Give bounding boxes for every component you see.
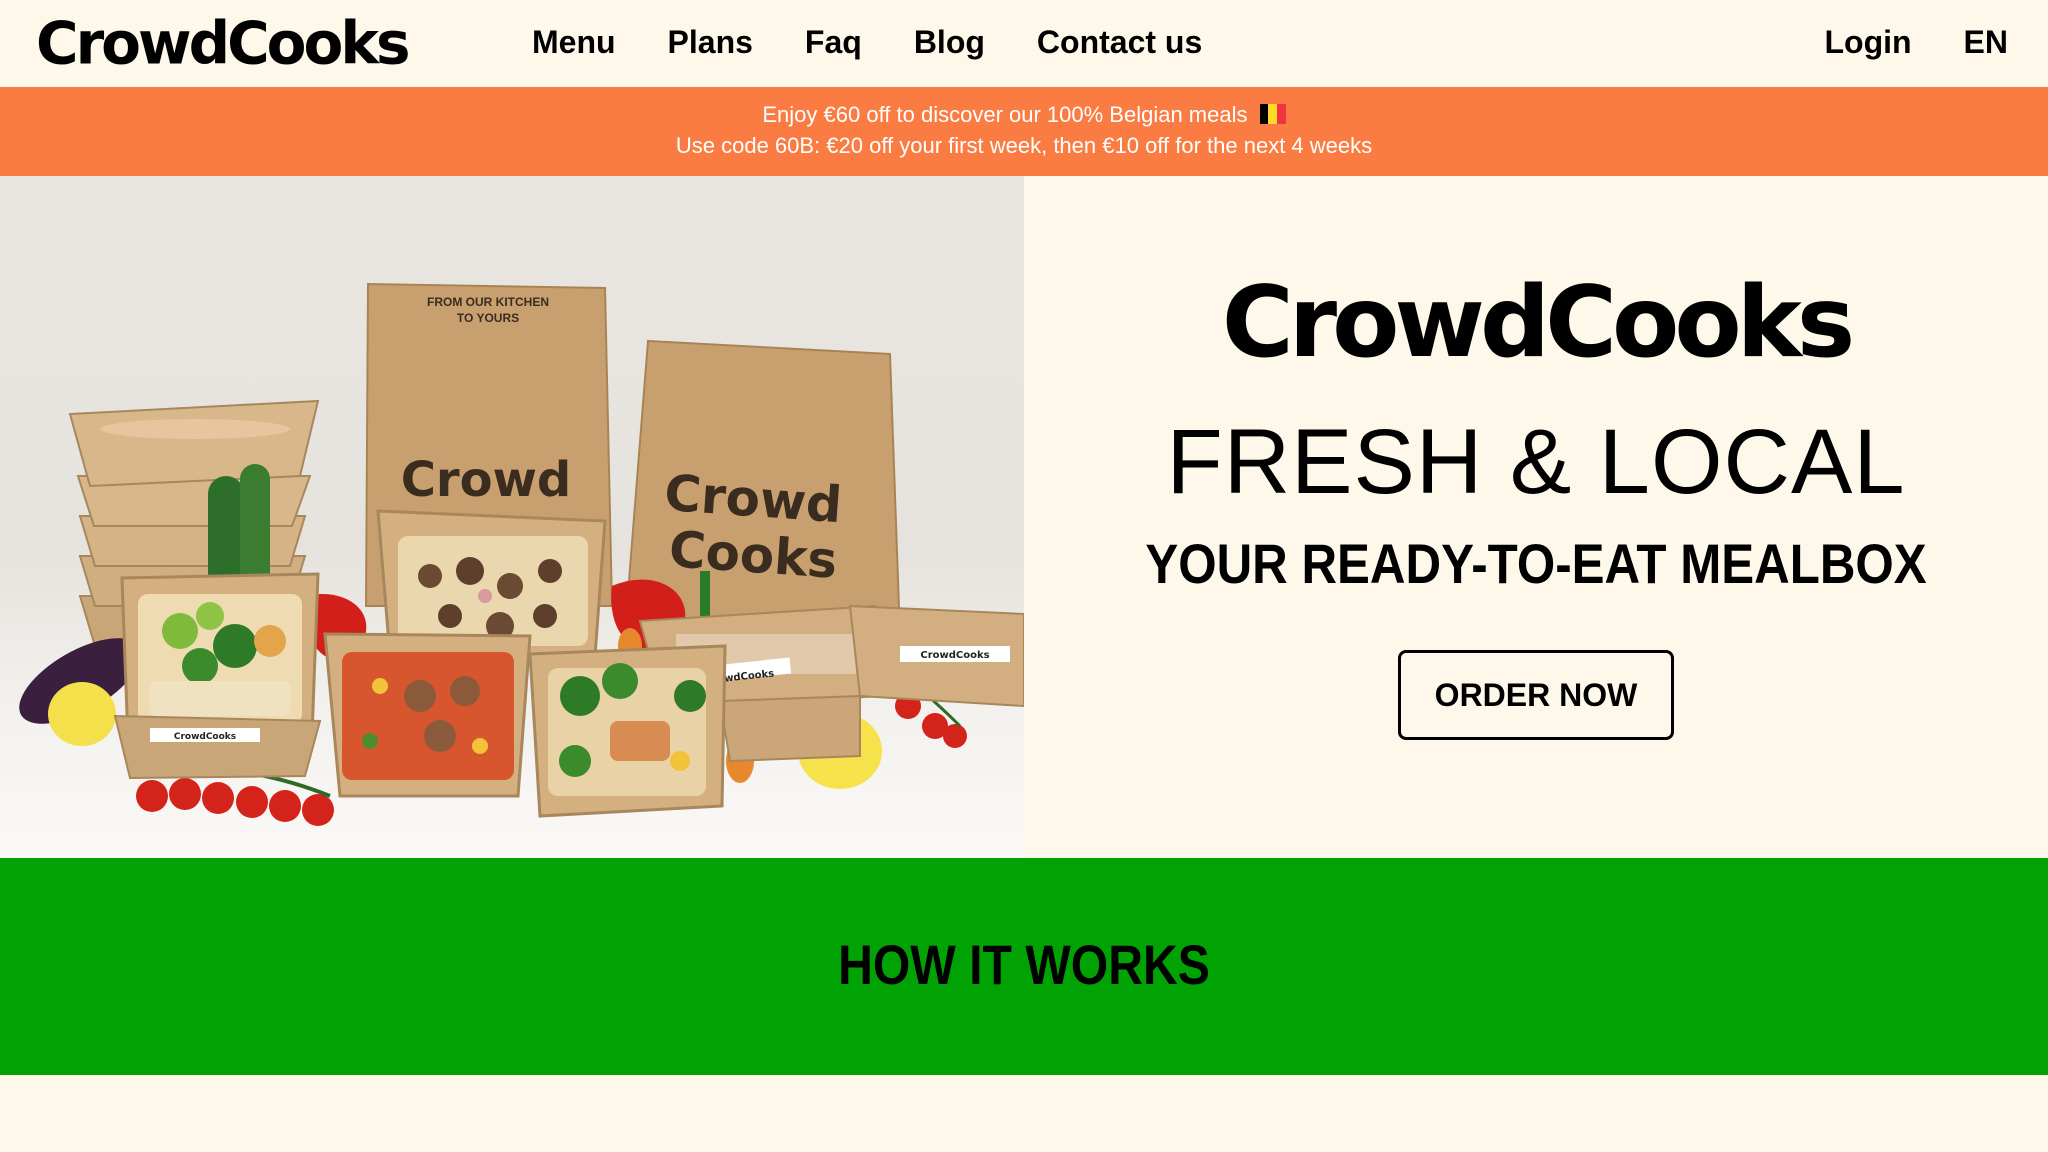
belgian-flag-icon [1259,101,1286,124]
bag-brand-left: Crowd [401,452,572,508]
order-now-button[interactable]: ORDER NOW [1398,650,1674,740]
site-logo[interactable]: CrowdCooks [36,9,410,76]
meal-tray-front-left: CrowdCooks [113,714,322,780]
hero-meal-photo: FROM OUR KITCHEN TO YOURS Crowd Crowd Co… [0,176,1024,858]
promo-line-1-text: Enjoy €60 off to discover our 100% Belgi… [762,102,1248,127]
nav-plans[interactable]: Plans [668,22,753,62]
promo-line-2: Use code 60B: €20 off your first week, t… [675,133,1373,158]
hero-subtitle: YOUR READY-TO-EAT MEALBOX [1145,532,1927,595]
main-nav: Menu Plans Faq Blog Contact us [532,22,1202,62]
meal-photo-illustration: FROM OUR KITCHEN TO YOURS Crowd Crowd Co… [19,282,1024,826]
nav-menu[interactable]: Menu [532,22,616,62]
hero-brand-title: CrowdCooks [1221,266,1855,380]
language-selector[interactable]: EN [1964,22,2008,62]
nav-faq[interactable]: Faq [805,22,862,62]
how-it-works-section: HOW IT WORKS [0,858,2048,1075]
promo-line-1: Enjoy €60 off to discover our 100% Belgi… [0,99,2048,130]
page-below-fold [0,1075,2048,1152]
promo-banner: Enjoy €60 off to discover our 100% Belgi… [0,87,2048,176]
hero-tagline: FRESH & LOCAL [1166,411,1906,513]
tray-label-3: CrowdCooks [174,732,236,742]
nav-right-group: Login EN [1824,22,2008,62]
meal-tray-meatballs [323,632,532,798]
tray-label-2: CrowdCooks [920,650,989,661]
bag-print-bottom: TO YOURS [457,311,519,325]
login-link[interactable]: Login [1824,22,1911,62]
bag-print-top: FROM OUR KITCHEN [427,295,549,309]
how-it-works-title: HOW IT WORKS [838,933,1210,996]
hero-content: CrowdCooks FRESH & LOCAL YOUR READY-TO-E… [1024,176,2048,858]
nav-blog[interactable]: Blog [914,22,985,62]
meal-tray-salmon [528,644,727,818]
bag-brand-right-2: Cooks [667,520,839,590]
top-navbar: CrowdCooks Menu Plans Faq Blog Contact u… [0,0,2048,87]
nav-contact-us[interactable]: Contact us [1037,22,1202,62]
